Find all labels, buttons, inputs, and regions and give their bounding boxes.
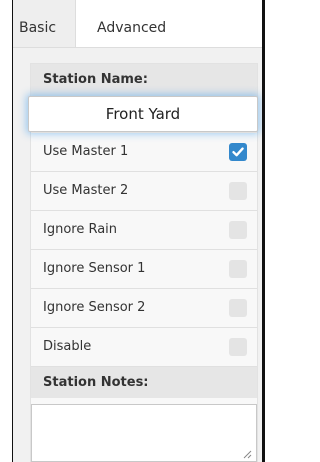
tab-basic[interactable]: Basic: [13, 0, 76, 47]
station-name-input[interactable]: [28, 96, 258, 132]
option-disable[interactable]: Disable: [31, 327, 257, 366]
station-notes-textarea[interactable]: [31, 404, 257, 462]
resize-grip-icon[interactable]: [243, 450, 252, 459]
option-ignore-sensor-2[interactable]: Ignore Sensor 2: [31, 288, 257, 327]
ignore-rain-checkbox[interactable]: [229, 221, 247, 239]
option-ignore-sensor-1[interactable]: Ignore Sensor 1: [31, 249, 257, 288]
option-label: Ignore Sensor 1: [43, 261, 146, 276]
use-master-1-checkbox[interactable]: [229, 143, 247, 161]
tab-advanced[interactable]: Advanced: [97, 0, 166, 47]
station-form: Station Name: Use Master 1 Use Master 2 …: [28, 63, 258, 462]
option-label: Use Master 2: [43, 183, 129, 198]
tab-content: Station Name: Use Master 1 Use Master 2 …: [13, 48, 262, 462]
option-label: Ignore Sensor 2: [43, 300, 146, 315]
option-label: Use Master 1: [43, 144, 129, 159]
option-ignore-rain[interactable]: Ignore Rain: [31, 210, 257, 249]
option-label: Ignore Rain: [43, 222, 118, 237]
disable-checkbox[interactable]: [229, 338, 247, 356]
tab-bar: Basic Advanced: [13, 0, 262, 48]
station-notes-label: Station Notes:: [31, 366, 257, 398]
station-name-label: Station Name:: [31, 64, 257, 96]
option-use-master-1[interactable]: Use Master 1: [31, 132, 257, 171]
ignore-sensor-2-checkbox[interactable]: [229, 299, 247, 317]
option-label: Disable: [43, 339, 92, 354]
option-use-master-2[interactable]: Use Master 2: [31, 171, 257, 210]
use-master-2-checkbox[interactable]: [229, 182, 247, 200]
ignore-sensor-1-checkbox[interactable]: [229, 260, 247, 278]
checkmark-icon: [232, 147, 244, 157]
station-edit-panel: Basic Advanced Station Name: Use Master …: [12, 0, 265, 462]
